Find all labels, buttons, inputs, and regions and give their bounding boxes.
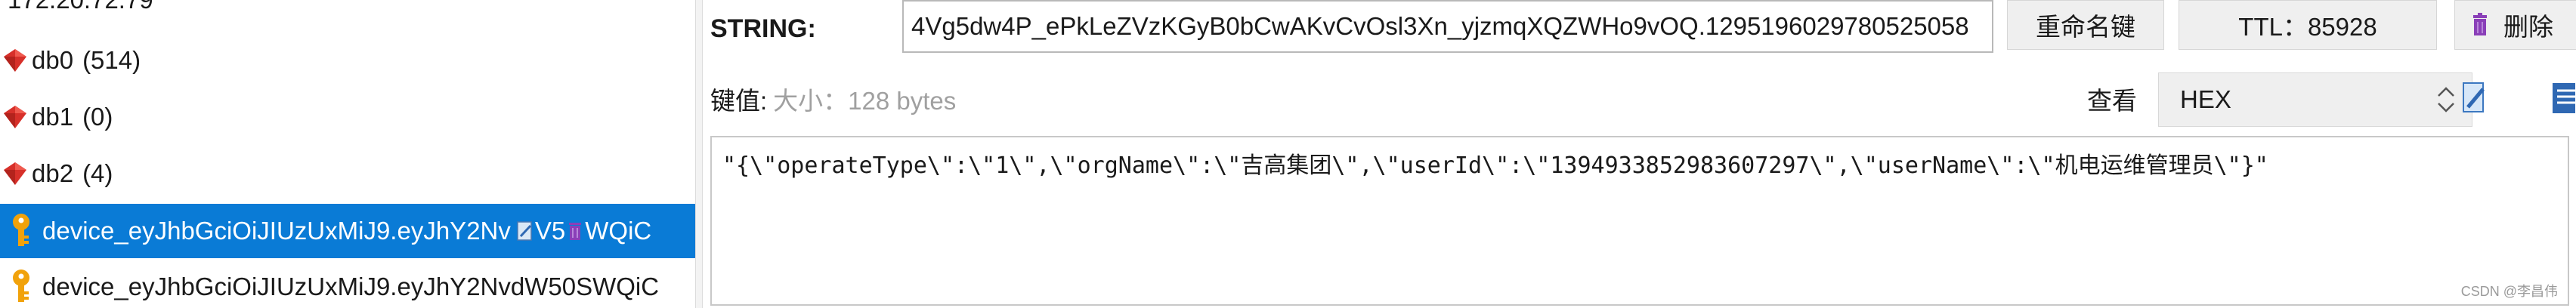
size-label: 大小：128 bytes xyxy=(773,87,957,115)
format-icon[interactable] xyxy=(2548,80,2575,116)
type-label: STRING: xyxy=(710,14,816,43)
db-name: db1 xyxy=(32,103,74,131)
view-label: 查看 xyxy=(2087,87,2137,115)
key-icon xyxy=(13,214,29,246)
tree-item-db1[interactable]: db1 (0) xyxy=(0,90,695,144)
key-name: device_eyJhbGciOiJIUzUxMiJ9.eyJhY2NvdW50… xyxy=(42,273,660,300)
key-name-fragment: WQiC xyxy=(585,217,652,245)
tree-item-key[interactable]: device_eyJhbGciOiJIUzUxMiJ9.eyJhY2NvdW50… xyxy=(0,260,695,308)
db-count: (0) xyxy=(82,103,113,131)
key-detail-panel: STRING: 4Vg5dw4P_ePkLeZVzKGyB0bCwAKvCvOs… xyxy=(703,0,2576,308)
value-text: "{\"operateType\":\"1\",\"orgName\":\"吉高… xyxy=(722,152,2268,179)
db-count: (514) xyxy=(82,46,141,74)
view-mode-select[interactable]: HEX xyxy=(2158,72,2472,127)
edit-icon[interactable] xyxy=(515,220,535,242)
rename-key-button[interactable]: 重命名键 xyxy=(2007,0,2164,50)
tree-item-key-selected[interactable]: device_eyJhbGciOiJIUzUxMiJ9.eyJhY2Nv V5 … xyxy=(0,204,695,258)
key-name-fragment: V5 xyxy=(534,217,566,245)
key-name: device_eyJhbGciOiJIUzUxMiJ9.eyJhY2Nv xyxy=(42,217,511,245)
db-name: db2 xyxy=(32,159,74,187)
key-name-input[interactable]: 4Vg5dw4P_ePkLeZVzKGyB0bCwAKvCvOsl3Xn_yjz… xyxy=(902,0,1993,53)
key-icon xyxy=(13,270,29,302)
database-icon xyxy=(4,106,26,128)
view-mode-value: HEX xyxy=(2180,85,2231,113)
watermark: CSDN @李昌伟 xyxy=(2460,284,2558,299)
value-label: 键值: xyxy=(710,87,768,115)
server-label: 172.20.72.79 xyxy=(8,0,153,14)
value-editor[interactable]: "{\"operateType\":\"1\",\"orgName\":\"吉高… xyxy=(710,136,2569,306)
ttl-button[interactable]: TTL：85928 xyxy=(2179,0,2437,50)
chevron-updown-icon xyxy=(2438,87,2454,112)
trash-icon xyxy=(2473,13,2487,35)
value-label-row: 键值: 大小：128 bytes xyxy=(710,80,956,118)
database-icon xyxy=(4,162,26,185)
db-name: db0 xyxy=(32,46,74,74)
tree-item-db0[interactable]: db0 (514) xyxy=(0,33,695,88)
database-icon xyxy=(4,49,26,72)
db-count: (4) xyxy=(82,159,113,187)
delete-button[interactable]: 删除 xyxy=(2454,0,2576,50)
trash-icon[interactable] xyxy=(565,220,585,242)
delete-label: 删除 xyxy=(2503,13,2553,41)
splitter[interactable] xyxy=(695,0,703,308)
key-tree-panel: 172.20.72.79 db0 (514) db1 (0) db2 (4) xyxy=(0,0,695,308)
tree-item-db2[interactable]: db2 (4) xyxy=(0,146,695,201)
server-row[interactable]: 172.20.72.79 xyxy=(0,0,695,27)
edit-value-icon[interactable] xyxy=(2459,80,2489,116)
